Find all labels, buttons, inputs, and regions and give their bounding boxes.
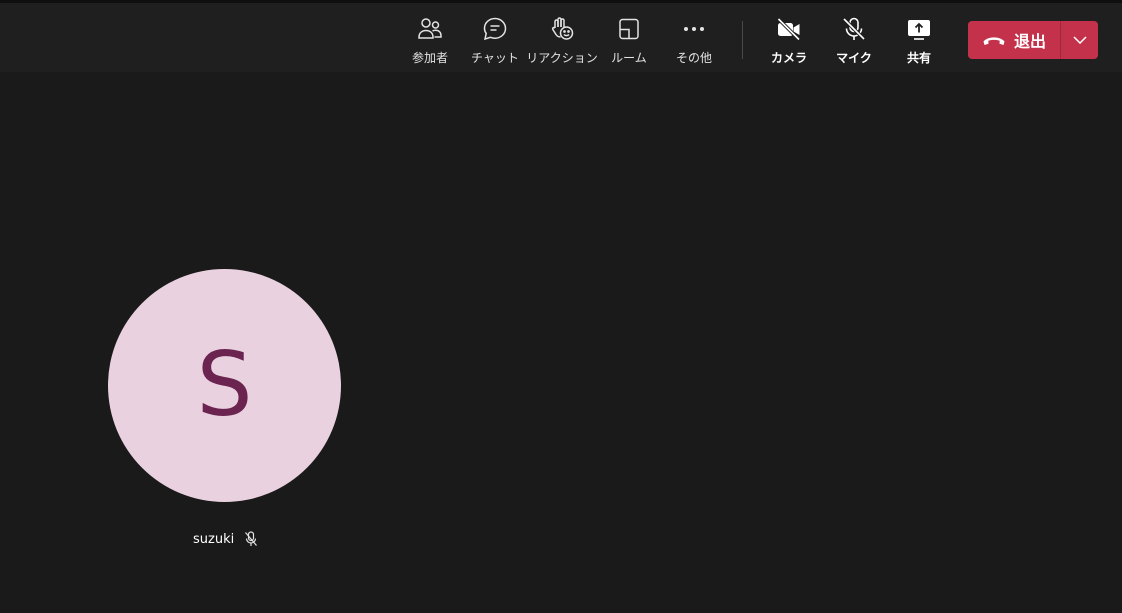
rooms-label: ルーム bbox=[611, 51, 647, 65]
camera-button[interactable]: カメラ bbox=[756, 13, 822, 69]
camera-off-icon bbox=[776, 16, 802, 42]
rooms-icon bbox=[616, 16, 642, 42]
rooms-button[interactable]: ルーム bbox=[596, 13, 662, 69]
meeting-toolbar: 参加者 チャット リアクション ルーム その他 カメラ マイク 共有 退出 bbox=[0, 0, 1122, 72]
share-screen-icon bbox=[906, 16, 932, 42]
participants-label: 参加者 bbox=[411, 51, 448, 65]
participant-name: suzuki bbox=[193, 531, 235, 547]
reactions-label: リアクション bbox=[526, 51, 598, 65]
more-dots-icon bbox=[681, 16, 707, 42]
participants-button[interactable]: 参加者 bbox=[397, 13, 463, 69]
people-icon bbox=[417, 16, 443, 42]
raise-hand-icon bbox=[549, 16, 575, 42]
chat-label: チャット bbox=[471, 51, 519, 65]
share-button[interactable]: 共有 bbox=[886, 13, 952, 69]
mic-button[interactable]: マイク bbox=[821, 13, 887, 69]
chat-button[interactable]: チャット bbox=[462, 13, 528, 69]
participant-avatar: S bbox=[108, 269, 341, 502]
more-button[interactable]: その他 bbox=[661, 13, 727, 69]
mic-label: マイク bbox=[836, 51, 872, 65]
more-label: その他 bbox=[675, 51, 712, 65]
toolbar-divider bbox=[742, 21, 743, 59]
participant-nameplate: suzuki bbox=[193, 531, 258, 547]
avatar-initial: S bbox=[196, 332, 253, 436]
leave-button[interactable]: 退出 bbox=[968, 21, 1060, 59]
share-label: 共有 bbox=[906, 51, 931, 65]
camera-label: カメラ bbox=[770, 51, 807, 65]
leave-button-group: 退出 bbox=[968, 21, 1098, 59]
leave-label: 退出 bbox=[1013, 32, 1046, 51]
leave-options-dropdown[interactable] bbox=[1061, 21, 1098, 59]
chevron-down-icon bbox=[1072, 36, 1087, 44]
phone-hangup-icon bbox=[982, 33, 1006, 47]
mic-off-icon bbox=[244, 531, 258, 547]
reactions-button[interactable]: リアクション bbox=[526, 13, 598, 69]
mic-off-icon bbox=[841, 16, 867, 42]
chat-bubble-icon bbox=[482, 16, 508, 42]
